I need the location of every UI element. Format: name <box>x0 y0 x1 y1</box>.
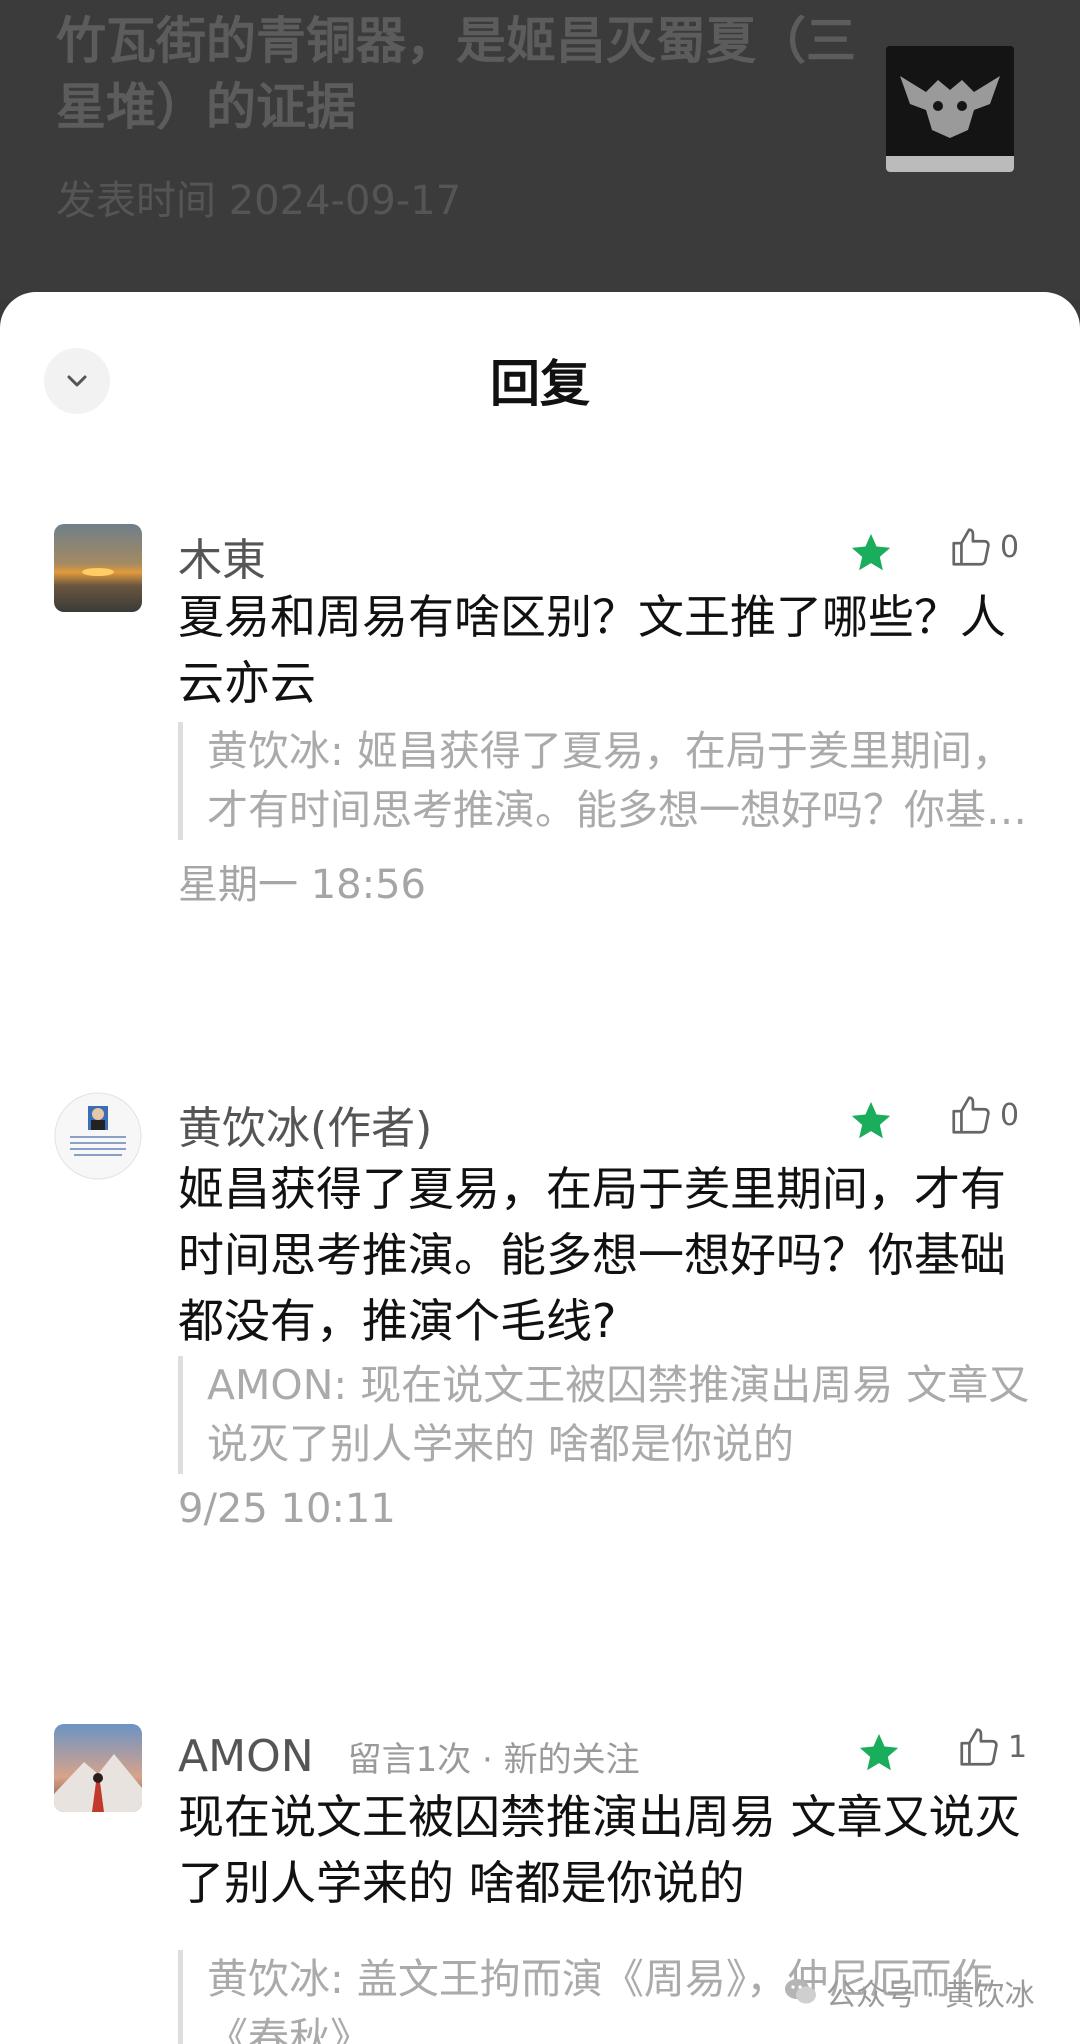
timestamp: 星期一 18:56 <box>178 862 426 908</box>
like-count: 0 <box>1000 529 1020 565</box>
comment-header: 木東 <box>178 526 266 586</box>
author-meta: 留言1次 · 新的关注 <box>347 1739 640 1780</box>
author-name[interactable]: AMON <box>178 1731 314 1782</box>
avatar[interactable] <box>54 524 142 612</box>
star-icon[interactable] <box>848 1098 894 1144</box>
avatar[interactable] <box>54 1724 142 1812</box>
author-name[interactable]: 黄饮冰(作者) <box>178 1092 432 1156</box>
author-name[interactable]: 木東 <box>178 524 266 588</box>
comment-header: AMON 留言1次 · 新的关注 <box>178 1726 640 1786</box>
thumbs-up-icon <box>952 528 990 566</box>
article-thumbnail <box>886 46 1014 172</box>
article-header[interactable]: 竹瓦街的青铜器，是姬昌灭蜀夏（三星堆）的证据 发表时间 2024-09-17 <box>0 0 1080 300</box>
comment-text: 夏易和周易有啥区别？文王推了哪些？人云亦云 <box>178 590 1006 710</box>
like-count: 1 <box>1008 1729 1028 1765</box>
like-count: 0 <box>1000 1097 1020 1133</box>
quote-text: 黄饮冰: 姬昌获得了夏易，在局于羑里期间，才有时间思考推演。能多想一想好吗？你基… <box>207 727 1027 834</box>
avatar[interactable] <box>54 1092 142 1180</box>
thumbs-up-icon <box>960 1728 998 1766</box>
watermark-text: 公众号 · 黄饮冰 <box>826 1978 1035 2013</box>
star-icon[interactable] <box>856 1730 902 1776</box>
timestamp: 9/25 10:11 <box>178 1486 396 1532</box>
comment-text: 现在说文王被囚禁推演出周易 文章又说灭了别人学来的 啥都是你说的 <box>178 1790 1021 1910</box>
thumbs-up-icon <box>952 1096 990 1134</box>
like-button[interactable]: 0 <box>948 1092 1019 1138</box>
article-title: 竹瓦街的青铜器，是姬昌灭蜀夏（三星堆）的证据 <box>56 12 856 136</box>
quoted-reply[interactable]: 黄饮冰: 姬昌获得了夏易，在局于羑里期间，才有时间思考推演。能多想一想好吗？你基… <box>178 722 1047 840</box>
star-icon[interactable] <box>848 530 894 576</box>
like-button[interactable]: 0 <box>948 524 1019 570</box>
article-date: 发表时间 2024-09-17 <box>56 178 462 224</box>
wechat-icon <box>785 1979 816 2004</box>
sheet-title: 回复 <box>490 355 590 413</box>
like-button[interactable]: 1 <box>956 1724 1027 1770</box>
comment-header: 黄饮冰(作者) <box>178 1094 432 1154</box>
reply-sheet: 回复 木東 0 夏易和周易有啥区别？文王推了哪些？人云亦云 黄饮冰: 姬昌获得了… <box>0 292 1080 2044</box>
quote-text: AMON: 现在说文王被囚禁推演出周易 文章又说灭了别人学来的 啥都是你说的 <box>207 1361 1030 1468</box>
watermark: 公众号 · 黄饮冰 <box>784 1970 1035 2014</box>
quoted-reply[interactable]: AMON: 现在说文王被囚禁推演出周易 文章又说灭了别人学来的 啥都是你说的 <box>178 1356 1047 1474</box>
comment-text: 姬昌获得了夏易，在局于羑里期间，才有时间思考推演。能多想一想好吗？你基础都没有，… <box>178 1162 1006 1348</box>
